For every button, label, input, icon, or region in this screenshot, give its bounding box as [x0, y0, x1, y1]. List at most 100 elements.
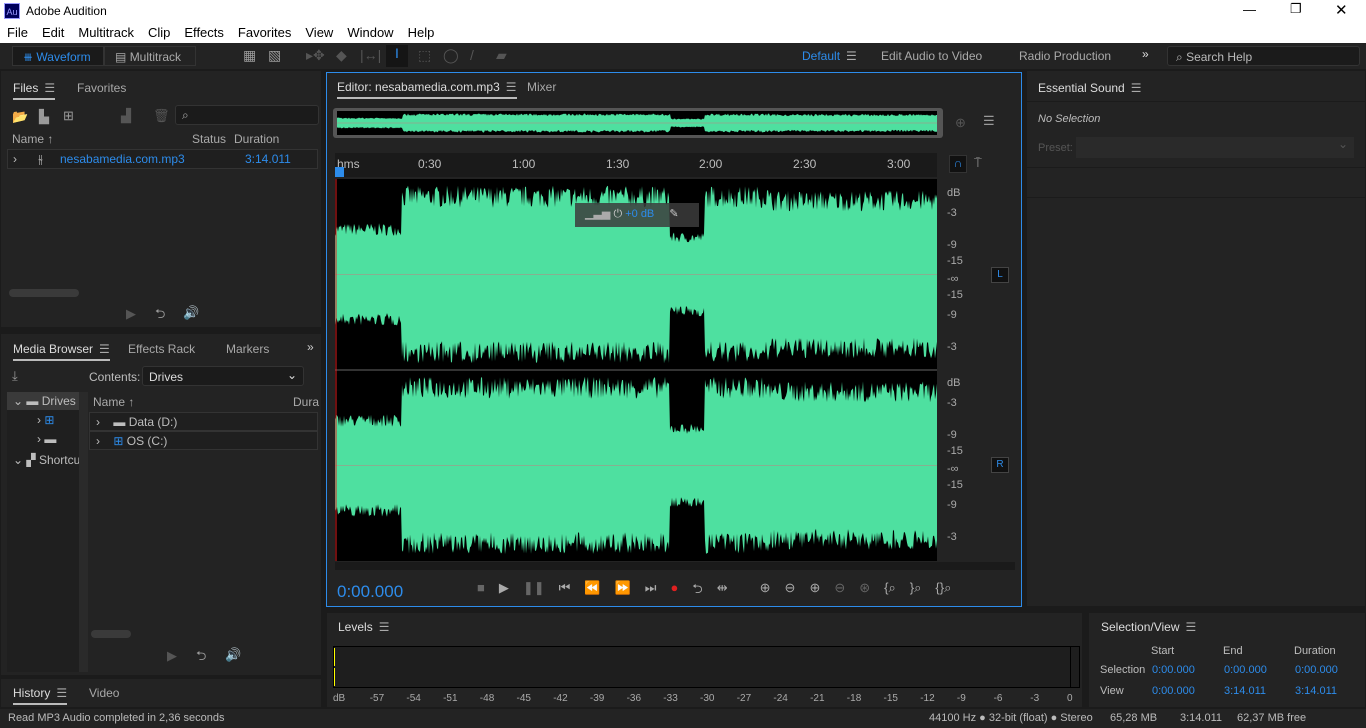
zoom-out-time-icon[interactable]: ⊖ — [834, 580, 845, 602]
play-icon[interactable]: ▶ — [126, 306, 136, 322]
loop-icon[interactable]: ⮌ — [155, 305, 165, 327]
expand-chevron-icon[interactable]: › — [13, 152, 17, 166]
view-end[interactable]: 3:14.011 — [1224, 685, 1266, 697]
spectral-display-icon[interactable]: ▦ — [243, 47, 256, 64]
tree-item-drives[interactable]: ⌄ ▬ Drives — [7, 392, 79, 410]
waveform-button[interactable]: ⧻ Waveform — [12, 46, 104, 66]
selection-end[interactable]: 0:00.000 — [1224, 664, 1267, 676]
move-tool-icon[interactable]: ▸✥ — [306, 47, 325, 64]
menu-file[interactable]: File — [0, 23, 35, 43]
column-status[interactable]: Status — [192, 132, 226, 146]
lasso-tool-icon[interactable]: ◯ — [443, 47, 459, 64]
files-search-input[interactable]: ⌕ — [175, 105, 319, 125]
snap-icon[interactable]: ∩ — [949, 155, 967, 173]
trash-icon[interactable]: 🗑 — [153, 108, 170, 124]
column-name[interactable]: Name ↑ — [12, 132, 53, 146]
play-icon[interactable]: ▶ — [167, 648, 177, 664]
record-icon[interactable]: ● — [670, 580, 678, 602]
playhead-marker[interactable] — [335, 167, 344, 177]
media-scrollbar[interactable] — [91, 630, 131, 638]
spot-healing-icon[interactable]: ▰ — [496, 47, 507, 64]
open-folder-icon[interactable]: 📂 — [12, 109, 28, 125]
contents-dropdown[interactable]: Drives ⌄ — [142, 366, 304, 386]
zoom-navigator-icon[interactable]: ⊕ — [955, 115, 966, 131]
tab-favorites[interactable]: Favorites — [77, 81, 126, 95]
autoplay-icon[interactable]: 🔊 — [183, 305, 199, 321]
horizontal-scrollbar[interactable] — [335, 562, 1015, 570]
minimize-button[interactable]: — — [1243, 2, 1256, 17]
tree-item-shortcuts[interactable]: ⌄ ▞ Shortcuts — [7, 451, 79, 467]
selection-duration[interactable]: 0:00.000 — [1295, 664, 1338, 676]
spectral-pitch-icon[interactable]: ▧ — [268, 47, 281, 64]
zoom-in-point-icon[interactable]: {⌕ — [884, 580, 896, 602]
menu-clip[interactable]: Clip — [141, 23, 177, 43]
time-selection-tool-icon[interactable]: I — [386, 45, 408, 67]
channel-layout-icon[interactable]: ☰ — [983, 113, 995, 129]
workspace-radio-production[interactable]: Radio Production — [1019, 49, 1111, 63]
tab-media-browser[interactable]: Media Browser ☰ — [13, 342, 110, 361]
pause-icon[interactable]: ❚❚ — [523, 580, 545, 602]
new-file-icon[interactable]: ⊞ — [63, 108, 74, 124]
media-column-duration[interactable]: Dura — [293, 395, 319, 409]
skip-forward-icon[interactable]: ⏭ — [645, 580, 657, 602]
tab-video[interactable]: Video — [89, 686, 119, 700]
zoom-in-time-icon[interactable]: ⊕ — [809, 580, 820, 602]
slip-tool-icon[interactable]: |↔| — [360, 47, 381, 63]
import-icon[interactable]: ▙ — [39, 109, 49, 125]
skip-selection-icon[interactable]: ⇹ — [717, 580, 728, 602]
razor-tool-icon[interactable]: ◆ — [336, 47, 347, 64]
menu-view[interactable]: View — [298, 23, 340, 43]
preset-dropdown[interactable]: ⌄ — [1076, 137, 1354, 158]
maximize-button[interactable]: ❐ — [1290, 1, 1302, 17]
media-column-name[interactable]: Name ↑ — [93, 395, 134, 409]
tree-drive-c[interactable]: › ⊞ — [37, 413, 54, 427]
zoom-out-amplitude-icon[interactable]: ⊖ — [785, 580, 796, 602]
menu-help[interactable]: Help — [401, 23, 442, 43]
tab-editor[interactable]: Editor: nesabamedia.com.mp3 ☰ — [337, 80, 517, 99]
tab-effects-rack[interactable]: Effects Rack — [128, 342, 195, 356]
view-start[interactable]: 0:00.000 — [1152, 685, 1195, 697]
autoplay-icon[interactable]: 🔊 — [225, 647, 241, 663]
time-ruler[interactable]: hms 0:30 1:00 1:30 2:00 2:30 3:00 — [335, 153, 937, 177]
hud-gain[interactable]: ▁▃▅ ⏻ +0 dB ✎ — [575, 203, 699, 227]
loop-icon[interactable]: ⮌ — [692, 580, 702, 602]
file-row[interactable]: › ⫳ nesabamedia.com.mp3 3:14.011 — [7, 149, 318, 169]
more-workspaces-icon[interactable]: » — [1142, 47, 1149, 61]
stop-icon[interactable]: ■ — [477, 580, 485, 602]
channel-l-button[interactable]: L — [991, 267, 1009, 283]
marker-icon[interactable]: ⍑ — [974, 155, 982, 171]
workspace-edit-audio-to-video[interactable]: Edit Audio to Video — [881, 49, 982, 63]
waveform-display[interactable] — [335, 179, 937, 561]
search-help-input[interactable]: ⌕ Search Help — [1167, 46, 1360, 66]
zoom-selection-icon[interactable]: ⊛ — [859, 580, 870, 602]
more-tabs-icon[interactable]: » — [307, 340, 314, 354]
tab-mixer[interactable]: Mixer — [527, 80, 556, 94]
menu-multitrack[interactable]: Multitrack — [71, 23, 141, 43]
rewind-icon[interactable]: ⏪ — [584, 580, 600, 602]
zoom-full-icon[interactable]: {}⌕ — [935, 580, 951, 602]
tree-drive-d[interactable]: › ▬ — [37, 432, 56, 446]
play-icon[interactable]: ▶ — [499, 580, 509, 602]
view-duration[interactable]: 3:14.011 — [1295, 685, 1337, 697]
marquee-tool-icon[interactable]: ⬚ — [418, 47, 431, 64]
download-icon[interactable]: ⤓ — [12, 368, 18, 384]
files-scrollbar[interactable] — [9, 289, 79, 297]
menu-window[interactable]: Window — [340, 23, 400, 43]
skip-back-icon[interactable]: ⏮ — [559, 580, 571, 602]
menu-edit[interactable]: Edit — [35, 23, 71, 43]
tab-files[interactable]: Files ☰ — [13, 81, 56, 100]
insert-icon[interactable]: ▟ — [121, 108, 131, 124]
zoom-out-point-icon[interactable]: }⌕ — [910, 580, 922, 602]
channel-r-button[interactable]: R — [991, 457, 1009, 473]
fast-forward-icon[interactable]: ⏩ — [615, 580, 631, 602]
drive-row[interactable]: › ▬ Data (D:) — [89, 412, 318, 431]
tab-markers[interactable]: Markers — [226, 342, 269, 356]
column-duration[interactable]: Duration — [234, 132, 279, 146]
drive-row[interactable]: › ⊞ OS (C:) — [89, 431, 318, 450]
selection-start[interactable]: 0:00.000 — [1152, 664, 1195, 676]
brush-tool-icon[interactable]: / — [470, 47, 474, 63]
menu-favorites[interactable]: Favorites — [231, 23, 298, 43]
close-button[interactable]: ✕ — [1335, 1, 1348, 19]
multitrack-button[interactable]: ▤ Multitrack — [104, 46, 196, 66]
loop-icon[interactable]: ⮌ — [196, 647, 206, 669]
